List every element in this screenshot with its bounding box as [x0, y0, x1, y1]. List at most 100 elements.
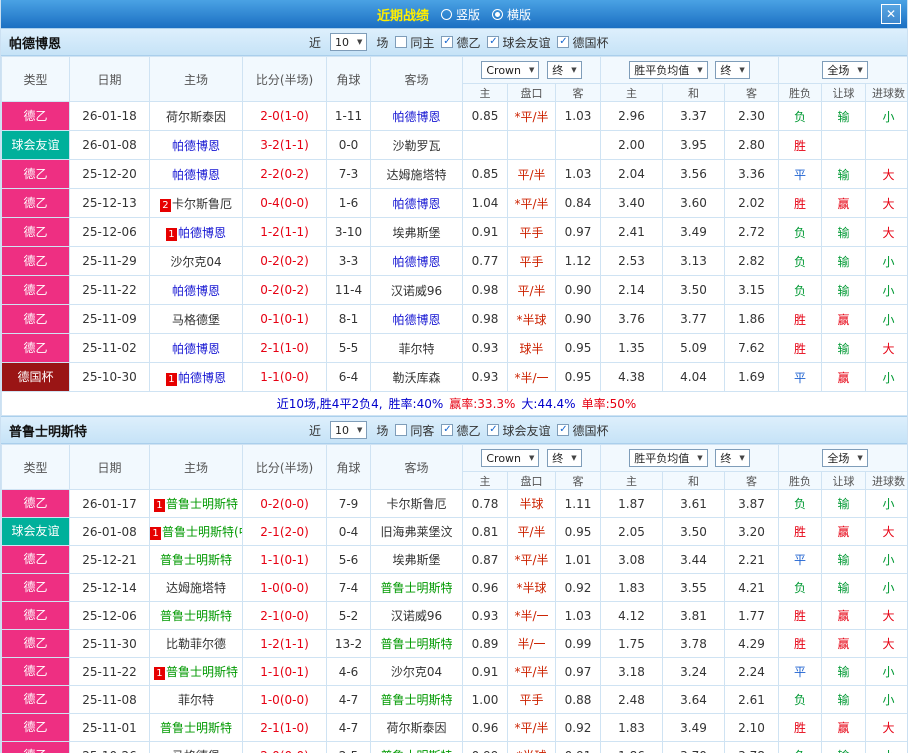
home-team-cell: 比勒菲尔德 [149, 629, 243, 658]
dropdown-arrow-icon: ▼ [739, 66, 745, 74]
match-type-badge: 德乙 [2, 102, 69, 130]
filter-option[interactable]: ✓ 德乙 [441, 422, 480, 439]
team-name-link[interactable]: 埃弗斯堡 [392, 226, 440, 240]
filter-option[interactable]: ✓ 德国杯 [557, 34, 608, 51]
mean-final-select[interactable]: 终 ▼ [715, 449, 750, 467]
team-name-link[interactable]: 普鲁士明斯特 [166, 497, 238, 511]
score-cell: 0-4(0-0) [242, 188, 327, 218]
odds-source-select[interactable]: Crown ▼ [481, 449, 540, 468]
team-name-link[interactable]: 普鲁士明斯特 [160, 553, 232, 567]
odds-home-cell: 0.87 [462, 545, 508, 574]
team-name-link[interactable]: 比勒菲尔德 [166, 637, 226, 651]
team-name-link[interactable]: 卡尔斯鲁厄 [386, 497, 446, 511]
team-name-link[interactable]: 帕德博恩 [178, 226, 226, 240]
team-name-link[interactable]: 荷尔斯泰因 [166, 110, 226, 124]
guest-results-table: 类型 日期 主场 比分(半场) 角球 客场 Crown ▼ 终 ▼ 胜平负均值 ▼ 终… [1, 444, 907, 753]
close-button[interactable]: ✕ [881, 4, 901, 24]
team-name-link[interactable]: 勒沃库森 [392, 371, 440, 385]
result-goals-cell: 小 [865, 275, 907, 305]
filter-option[interactable]: ✓ 德乙 [441, 34, 480, 51]
dropdown-arrow-icon: ▼ [697, 454, 703, 462]
filter-option[interactable]: ✓ 球会友谊 [487, 422, 550, 439]
team-name-link[interactable]: 帕德博恩 [392, 110, 440, 124]
team-name-link[interactable]: 帕德博恩 [392, 255, 440, 269]
mean-draw-cell: 3.50 [662, 275, 725, 305]
dropdown-arrow-icon: ▼ [857, 454, 863, 462]
layout-radio-unselected[interactable]: 竖版 [440, 6, 480, 23]
team-name-link[interactable]: 普鲁士明斯特(中) [162, 525, 242, 539]
filter-option[interactable]: ✓ 球会友谊 [487, 34, 550, 51]
odds-final-select[interactable]: 终 ▼ [547, 60, 582, 79]
mean-final-select[interactable]: 终 ▼ [715, 61, 750, 79]
odds-home-cell: 0.98 [462, 304, 508, 334]
team-name-link[interactable]: 埃弗斯堡 [392, 553, 440, 567]
team-name-link[interactable]: 马格德堡 [172, 313, 220, 327]
home-team-cell: 菲尔特 [149, 685, 243, 714]
mean-select[interactable]: 胜平负均值 ▼ [629, 449, 708, 467]
team-name-link[interactable]: 普鲁士明斯特 [160, 721, 232, 735]
filter-option[interactable]: 同客 [395, 422, 434, 439]
match-type-badge: 德乙 [2, 546, 69, 573]
team-name-link[interactable]: 普鲁士明斯特 [380, 749, 452, 753]
match-type-cell: 德乙 [1, 304, 70, 334]
team-name-link[interactable]: 普鲁士明斯特 [380, 693, 452, 707]
team-name-link[interactable]: 沙勒罗瓦 [392, 139, 440, 153]
odds-home-cell: 0.96 [462, 713, 508, 742]
red-card-badge: 1 [165, 227, 177, 241]
team-name-link[interactable]: 普鲁士明斯特 [380, 581, 452, 595]
mean-select[interactable]: 胜平负均值 ▼ [629, 61, 708, 79]
team-name-link[interactable]: 荷尔斯泰因 [386, 721, 446, 735]
team-name-link[interactable]: 汉诺威96 [391, 609, 442, 623]
team-name-link[interactable]: 马格德堡 [172, 749, 220, 753]
team-name-link[interactable]: 达姆施塔特 [166, 581, 226, 595]
mean-draw-cell: 3.13 [662, 246, 725, 276]
team-name-link[interactable]: 普鲁士明斯特 [160, 609, 232, 623]
team-name-link[interactable]: 达姆施塔特 [386, 168, 446, 182]
mean-away-cell: 2.30 [723, 101, 780, 131]
team-name-link[interactable]: 帕德博恩 [172, 284, 220, 298]
match-type-cell: 德乙 [1, 489, 70, 518]
mean-away-cell: 2.24 [723, 657, 780, 686]
result-handicap-cell: 赢 [821, 601, 867, 630]
odds-final-select[interactable]: 终 ▼ [547, 448, 582, 467]
score-cell: 2-2(0-2) [242, 159, 327, 189]
away-team-cell: 汉诺威96 [370, 275, 463, 305]
team-name-link[interactable]: 沙尔克04 [170, 255, 221, 269]
fulltime-select[interactable]: 全场 ▼ [822, 449, 868, 467]
mean-home-cell: 1.75 [600, 629, 663, 658]
odds-home-cell: 0.89 [462, 629, 508, 658]
result-handicap-cell: 赢 [821, 362, 867, 392]
match-count-select[interactable]: 10 ▼ [330, 421, 368, 439]
team-name-link[interactable]: 帕德博恩 [172, 139, 220, 153]
match-type-badge: 德乙 [2, 714, 69, 741]
result-wdl-cell: 胜 [778, 333, 823, 363]
team-name-link[interactable]: 帕德博恩 [172, 342, 220, 356]
team-name-link[interactable]: 沙尔克04 [391, 665, 442, 679]
mean-home-cell: 2.41 [600, 217, 663, 247]
filter-option[interactable]: ✓ 德国杯 [557, 422, 608, 439]
match-count-select[interactable]: 10 ▼ [330, 33, 368, 51]
team-name-link[interactable]: 帕德博恩 [178, 371, 226, 385]
team-name-link[interactable]: 菲尔特 [178, 693, 214, 707]
odds-source-select[interactable]: Crown ▼ [481, 61, 540, 80]
team-name-link[interactable]: 旧海弗莱堡汶 [380, 525, 452, 539]
team-name-link[interactable]: 普鲁士明斯特 [166, 665, 238, 679]
team-name-link[interactable]: 帕德博恩 [172, 168, 220, 182]
team-name-link[interactable]: 卡尔斯鲁厄 [172, 197, 232, 211]
team-name-link[interactable]: 帕德博恩 [392, 313, 440, 327]
layout-radio-selected[interactable]: 横版 [492, 6, 531, 23]
team-name-link[interactable]: 普鲁士明斯特 [380, 637, 452, 651]
team-name-link[interactable]: 菲尔特 [398, 342, 434, 356]
fulltime-select[interactable]: 全场 ▼ [822, 61, 868, 79]
corner-cell: 7-3 [326, 159, 371, 189]
match-type-cell: 德乙 [1, 713, 70, 742]
col-handicap: 盘口 [507, 471, 556, 490]
team-name-link[interactable]: 汉诺威96 [391, 284, 442, 298]
match-type-cell: 德乙 [1, 217, 70, 247]
fulltime-header-cell: 全场 ▼ [778, 444, 907, 472]
team-name-link[interactable]: 帕德博恩 [392, 197, 440, 211]
odds-header-cell: Crown ▼ 终 ▼ [462, 56, 601, 84]
odds-final-value: 终 [552, 451, 564, 465]
match-row: 德乙25-10-26 马格德堡 2-0(0-0)2-5 普鲁士明斯特 0.99*半球0.… [1, 741, 907, 753]
filter-option[interactable]: 同主 [395, 34, 434, 51]
